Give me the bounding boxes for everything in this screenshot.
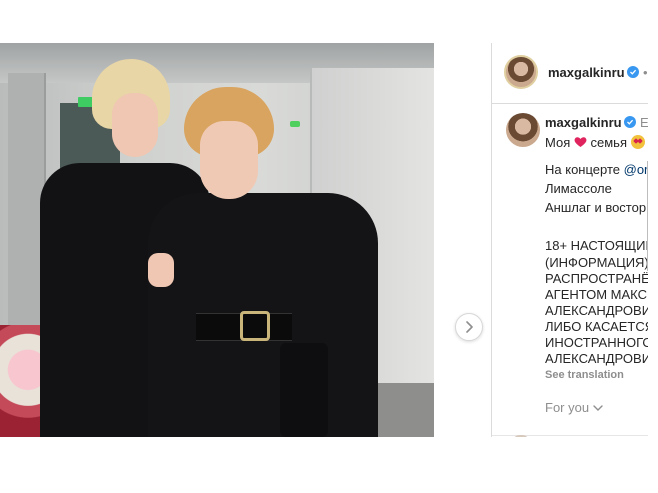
caption-word-moya: Моя	[545, 135, 571, 150]
caption-line-10: ЛИБО КАСАЕТСЯ Д	[545, 319, 658, 334]
header-dot-separator: •	[643, 65, 648, 80]
caption-line-1: Моя семья	[545, 133, 658, 152]
caption-line-4: Аншлаг и восторг :	[545, 200, 658, 215]
caption-concert-text: На концерте	[545, 162, 620, 177]
caption-username[interactable]: maxgalkinru	[545, 115, 622, 130]
chevron-right-icon	[466, 321, 473, 333]
heart-emoji-icon	[574, 137, 587, 147]
post-side-panel: maxgalkinru • F maxgalkinru Edit Моя сем…	[492, 43, 658, 437]
caption-line-5: 18+ НАСТОЯЩИЙ	[545, 238, 655, 253]
caption-line-6: (ИНФОРМАЦИЯ) Г	[545, 255, 658, 270]
caption-line-2: На концерте @orb	[545, 160, 658, 179]
caption-line-7: РАСПРОСТРАНЁН	[545, 271, 658, 286]
carousel-next-button[interactable]	[455, 313, 483, 341]
post-caption: Моя семья На концерте @orb Лимассоле Анш…	[545, 133, 658, 367]
caption-line-11: ИНОСТРАННОГО А	[545, 335, 658, 350]
for-you-dropdown[interactable]: For you	[545, 400, 603, 415]
post-modal: maxgalkinru • F maxgalkinru Edit Моя сем…	[0, 43, 658, 437]
verified-badge-icon	[624, 116, 636, 128]
see-translation-link[interactable]: See translation	[545, 369, 624, 381]
photo-person-left-face	[112, 93, 158, 157]
header-username[interactable]: maxgalkinru	[548, 65, 625, 80]
photo-person-left-hand	[148, 253, 174, 287]
photo-green-light	[290, 121, 300, 127]
chevron-down-icon	[593, 404, 603, 411]
caption-word-semya: семья	[590, 135, 627, 150]
post-photo[interactable]	[0, 43, 434, 437]
caption-line-9: АЛЕКСАНДРОВИЧ	[545, 303, 658, 318]
caption-avatar[interactable]	[506, 113, 540, 147]
caption-line-12: АЛЕКСАНДРОВИЧА	[545, 351, 658, 366]
panel-right-edge	[648, 43, 658, 437]
post-header: maxgalkinru • F	[492, 43, 658, 104]
photo-bag	[280, 343, 328, 437]
star-struck-emoji-icon	[630, 135, 645, 149]
photo-belt-buckle	[240, 311, 270, 341]
verified-badge-icon	[627, 66, 639, 78]
header-avatar[interactable]	[504, 55, 538, 89]
photo-person-right-face	[200, 121, 258, 199]
caption-line-8: АГЕНТОМ МАКСИ	[545, 287, 657, 302]
caption-line-3: Лимассоле	[545, 181, 612, 196]
for-you-label: For you	[545, 400, 590, 415]
